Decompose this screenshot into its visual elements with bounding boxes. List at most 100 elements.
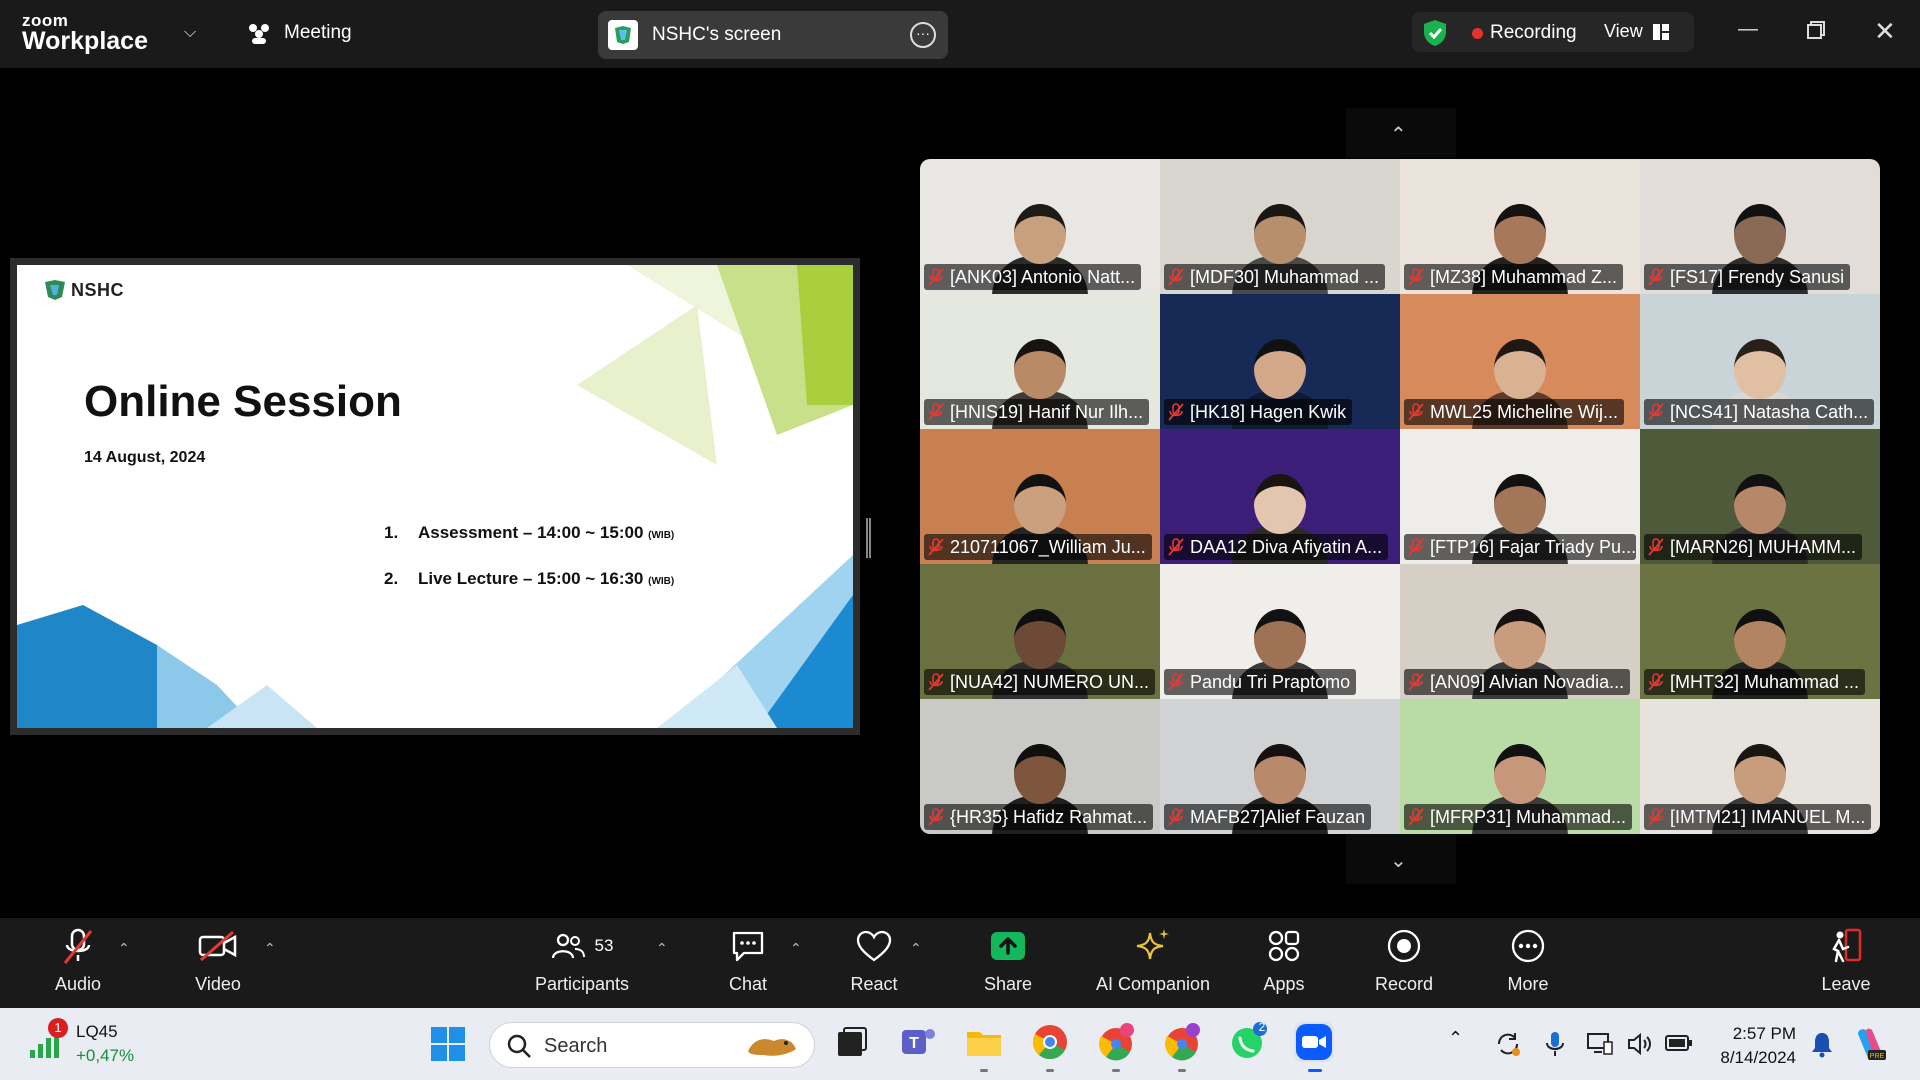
participant-tile[interactable]: MAFB27]Alief Fauzan (1160, 699, 1400, 834)
mic-muted-icon (1168, 268, 1184, 286)
gallery-prev-page[interactable]: ⌃ (1346, 108, 1456, 158)
network-icon[interactable] (1586, 1030, 1614, 1058)
audio-options-caret-icon[interactable]: ⌃ (118, 940, 130, 957)
participant-tile[interactable]: [MDF30] Muhammad ... (1160, 159, 1400, 294)
participant-tile[interactable]: DAA12 Diva Afiyatin A... (1160, 429, 1400, 564)
task-view-icon[interactable] (832, 1022, 872, 1062)
shield-check-icon[interactable] (1420, 18, 1450, 48)
recording-view-group: Recording View (1412, 12, 1694, 52)
system-clock[interactable]: 2:57 PM 8/14/2024 (1700, 1022, 1796, 1070)
taskbar-search-box[interactable]: Search (489, 1022, 815, 1068)
whatsapp-badge: 2 (1258, 1020, 1266, 1034)
participant-tile[interactable]: [NUA42] NUMERO UN... (920, 564, 1160, 699)
participant-name-tag: 210711067_William Ju... (924, 534, 1152, 560)
participant-tile[interactable]: [HNIS19] Hanif Nur Ilh... (920, 294, 1160, 429)
grid-view-icon[interactable] (1652, 23, 1670, 41)
participant-tile[interactable]: [MZ38] Muhammad Z... (1400, 159, 1640, 294)
close-icon[interactable]: ✕ (1874, 16, 1896, 47)
copilot-icon[interactable]: PRE (1852, 1026, 1888, 1062)
chrome-profile-icon[interactable] (1096, 1022, 1136, 1062)
sync-icon[interactable] (1494, 1030, 1522, 1058)
recording-label[interactable]: Recording (1490, 22, 1577, 44)
running-indicator (1112, 1069, 1120, 1072)
participant-tile[interactable]: MWL25 Micheline Wij... (1400, 294, 1640, 429)
minimize-icon[interactable]: — (1738, 18, 1758, 41)
gallery-next-page[interactable]: ⌄ (1346, 834, 1456, 884)
participant-tile[interactable]: {HR35} Hafidz Rahmat... (920, 699, 1160, 834)
participants-label: Participants (534, 974, 630, 994)
record-button[interactable]: Record (1372, 918, 1436, 1008)
participant-name-tag: [HNIS19] Hanif Nur Ilh... (924, 399, 1150, 425)
brand-workplace: Workplace (22, 27, 148, 55)
microphone-icon[interactable] (1544, 1030, 1566, 1058)
apps-button[interactable]: Apps (1256, 918, 1312, 1008)
participant-name-tag: [FTP16] Fajar Triady Pu... (1404, 534, 1636, 560)
chevron-down-icon[interactable]: ⌵ (184, 24, 196, 42)
participant-gallery: [ANK03] Antonio Natt... [MDF30] Muhammad … (920, 159, 1880, 834)
participant-tile[interactable]: [MFRP31] Muhammad... (1400, 699, 1640, 834)
shared-screen-indicator[interactable]: NSHC's screen ··· (598, 11, 948, 59)
participant-tile[interactable]: Pandu Tri Praptomo (1160, 564, 1400, 699)
participant-tile[interactable]: [MARN26] MUHAMM... (1640, 429, 1880, 564)
restore-icon[interactable] (1806, 20, 1826, 46)
file-explorer-icon[interactable] (964, 1022, 1004, 1062)
chrome-profile-icon[interactable] (1162, 1022, 1202, 1062)
agenda-suffix: (WIB) (648, 530, 675, 541)
share-title: NSHC's screen (652, 24, 782, 45)
chat-icon (732, 931, 764, 962)
react-button[interactable]: React (846, 918, 902, 1008)
apps-label: Apps (1263, 974, 1305, 994)
mic-muted-icon (1168, 538, 1184, 556)
react-options-caret-icon[interactable]: ⌃ (910, 940, 922, 957)
participants-button[interactable]: 53 Participants (530, 918, 634, 1008)
participant-head (1254, 204, 1306, 264)
more-options-icon[interactable]: ··· (910, 22, 936, 48)
zoom-app-icon[interactable] (1294, 1022, 1334, 1062)
slide-logo-text: NSHC (71, 279, 125, 300)
participant-tile[interactable]: [MHT32] Muhammad ... (1640, 564, 1880, 699)
search-icon (507, 1034, 531, 1058)
windows-start-icon[interactable] (430, 1026, 466, 1062)
chat-button[interactable]: Chat (720, 918, 776, 1008)
ai-companion-button[interactable]: AI Companion (1092, 918, 1214, 1008)
participant-tile[interactable]: 210711067_William Ju... (920, 429, 1160, 564)
participant-tile[interactable]: [FS17] Frendy Sanusi (1640, 159, 1880, 294)
windows-taskbar: 1 LQ45 +0,47% Search T 2 ⌃ 2:57 PM 8/14/… (0, 1008, 1920, 1080)
chevron-up-icon[interactable]: ⌃ (1448, 1028, 1463, 1049)
participant-head (1494, 474, 1546, 534)
participant-tile[interactable]: [IMTM21] IMANUEL M... (1640, 699, 1880, 834)
participant-name: [NUA42] NUMERO UN... (950, 671, 1150, 692)
notification-bell-icon[interactable] (1808, 1030, 1836, 1058)
agenda-text: Live Lecture – 15:00 ~ 16:30 (418, 569, 644, 588)
meeting-info-button[interactable]: Meeting (246, 22, 352, 44)
chat-label: Chat (728, 974, 768, 994)
chat-options-caret-icon[interactable]: ⌃ (790, 940, 802, 957)
participant-tile[interactable]: [NCS41] Natasha Cath... (1640, 294, 1880, 429)
stock-name[interactable]: LQ45 (76, 1022, 118, 1042)
app-brand[interactable]: zoom Workplace (22, 12, 148, 54)
audio-label: Audio (54, 974, 102, 994)
participant-tile[interactable]: [HK18] Hagen Kwik (1160, 294, 1400, 429)
leave-button[interactable]: Leave (1818, 918, 1874, 1008)
battery-icon[interactable] (1664, 1032, 1694, 1054)
participant-name: MWL25 Micheline Wij... (1430, 401, 1619, 422)
chrome-icon[interactable] (1030, 1022, 1070, 1062)
participant-tile[interactable]: [AN09] Alvian Novadia... (1400, 564, 1640, 699)
video-button[interactable]: Video (184, 918, 252, 1008)
recording-dot-icon (1472, 28, 1483, 39)
participant-tile[interactable]: [FTP16] Fajar Triady Pu... (1400, 429, 1640, 564)
mic-muted-icon (1648, 673, 1664, 691)
more-button[interactable]: More (1500, 918, 1556, 1008)
volume-icon[interactable] (1626, 1030, 1654, 1058)
video-options-caret-icon[interactable]: ⌃ (264, 940, 276, 957)
participants-options-caret-icon[interactable]: ⌃ (656, 940, 668, 957)
teams-icon[interactable]: T (898, 1022, 938, 1062)
participant-head (1734, 474, 1786, 534)
video-label: Video (195, 974, 241, 994)
splitter-handle[interactable] (866, 518, 871, 558)
share-button[interactable]: Share (980, 918, 1036, 1008)
view-button[interactable]: View (1604, 21, 1643, 42)
participant-tile[interactable]: [ANK03] Antonio Natt... (920, 159, 1160, 294)
clock-time: 2:57 PM (1732, 1024, 1796, 1043)
audio-button[interactable]: Audio (42, 918, 114, 1008)
